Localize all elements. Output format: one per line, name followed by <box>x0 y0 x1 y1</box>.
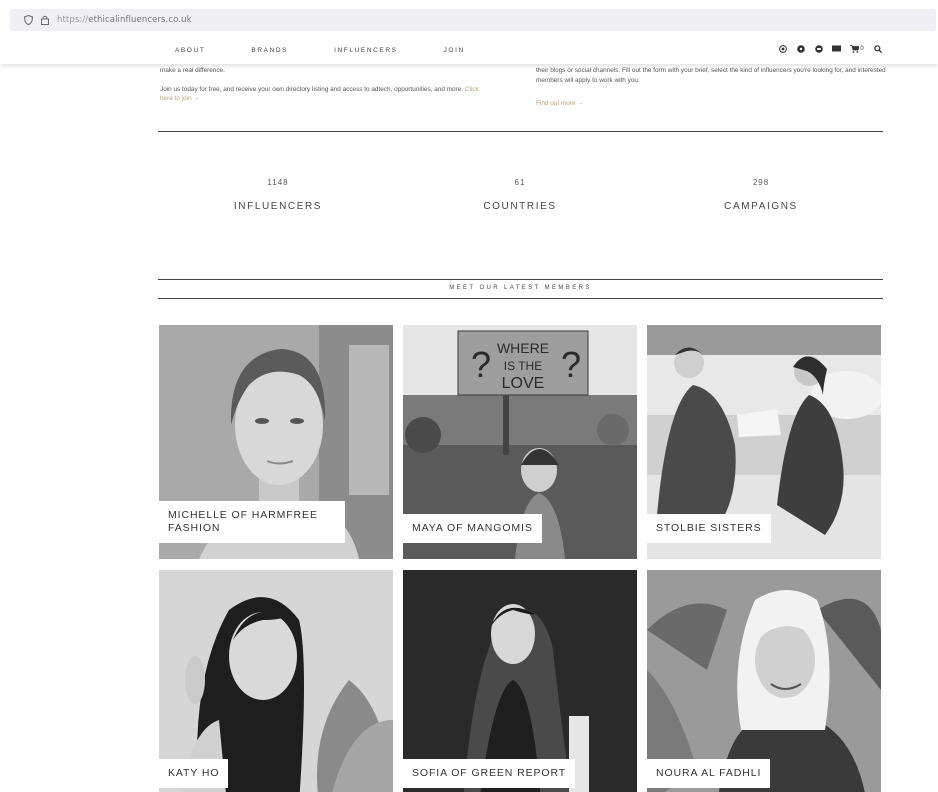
nav-link-brands[interactable]: BRANDS <box>251 47 288 54</box>
svg-text:?: ? <box>471 344 491 385</box>
member-card[interactable]: KATY HO <box>159 570 393 792</box>
nav-link-join[interactable]: JOIN <box>444 47 465 54</box>
stat-number: 61 <box>514 178 526 187</box>
member-card[interactable]: NOURA AL FADHLI <box>647 570 881 792</box>
member-card[interactable]: STOLBIE SISTERS <box>647 325 881 559</box>
email-icon[interactable] <box>832 44 841 53</box>
intro-brands-text: their blogs or social channels. Fill out… <box>536 66 886 109</box>
find-out-more-link[interactable]: Find out more → <box>536 99 886 109</box>
stat-label: CAMPAIGNS <box>724 201 798 212</box>
nav-link-about[interactable]: ABOUT <box>175 47 205 54</box>
nav-links: ABOUT BRANDS INFLUENCERS JOIN <box>175 47 511 54</box>
sign-text: WHERE <box>497 340 549 356</box>
member-card[interactable]: MICHELLE OF HARMFREE FASHION <box>159 325 393 559</box>
nav-link-influencers[interactable]: INFLUENCERS <box>334 47 397 54</box>
heading-top-rule <box>158 279 883 280</box>
heading-bottom-rule <box>158 298 883 299</box>
intro-left-line1: make a real difference. <box>160 67 225 74</box>
instagram-icon[interactable] <box>778 44 787 53</box>
site-navigation: ABOUT BRANDS INFLUENCERS JOIN 0 <box>0 34 938 64</box>
stat-campaigns: 298 CAMPAIGNS <box>681 178 841 212</box>
stat-number: 298 <box>752 178 770 187</box>
sign-text: IS THE <box>504 359 542 373</box>
facebook-icon[interactable] <box>814 44 823 53</box>
intro-influencers-text: make a real difference. Join us today fo… <box>160 66 490 104</box>
cart-icon[interactable]: 0 <box>850 44 864 53</box>
member-name: SOFIA OF GREEN REPORT <box>403 758 576 788</box>
member-name: KATY HO <box>159 758 229 788</box>
member-card[interactable]: WHERE IS THE LOVE ? ? MAYA OF MANGOMIS <box>403 325 637 559</box>
members-heading: MEET OUR LATEST MEMBERS <box>449 285 592 291</box>
browser-address-bar[interactable]: https://ethicalinfluencers.co.uk <box>10 9 936 31</box>
intro-right-line1: their blogs or social channels. Fill out… <box>536 67 886 84</box>
stat-label: COUNTRIES <box>483 201 557 212</box>
sign-text: LOVE <box>502 375 545 392</box>
stat-label: INFLUENCERS <box>233 201 323 212</box>
cart-count: 0 <box>860 45 864 52</box>
intro-left-line2: Join us today for free, and receive your… <box>160 85 479 103</box>
url-text[interactable]: https://ethicalinfluencers.co.uk <box>57 15 192 25</box>
member-name: MAYA OF MANGOMIS <box>403 513 542 543</box>
member-name: MICHELLE OF HARMFREE FASHION <box>159 500 345 543</box>
nav-icons: 0 <box>778 44 882 53</box>
stat-influencers: 1148 INFLUENCERS <box>198 178 358 212</box>
stat-number: 1148 <box>267 178 289 187</box>
search-icon[interactable] <box>873 44 882 53</box>
lock-icon[interactable] <box>41 15 49 25</box>
shield-icon[interactable] <box>24 15 33 25</box>
stat-countries: 61 COUNTRIES <box>440 178 600 212</box>
member-card[interactable]: SOFIA OF GREEN REPORT <box>403 570 637 792</box>
member-name: NOURA AL FADHLI <box>647 758 771 788</box>
svg-text:?: ? <box>561 344 581 385</box>
pinterest-icon[interactable] <box>796 44 805 53</box>
section-divider <box>158 131 883 132</box>
member-name: STOLBIE SISTERS <box>647 513 771 543</box>
